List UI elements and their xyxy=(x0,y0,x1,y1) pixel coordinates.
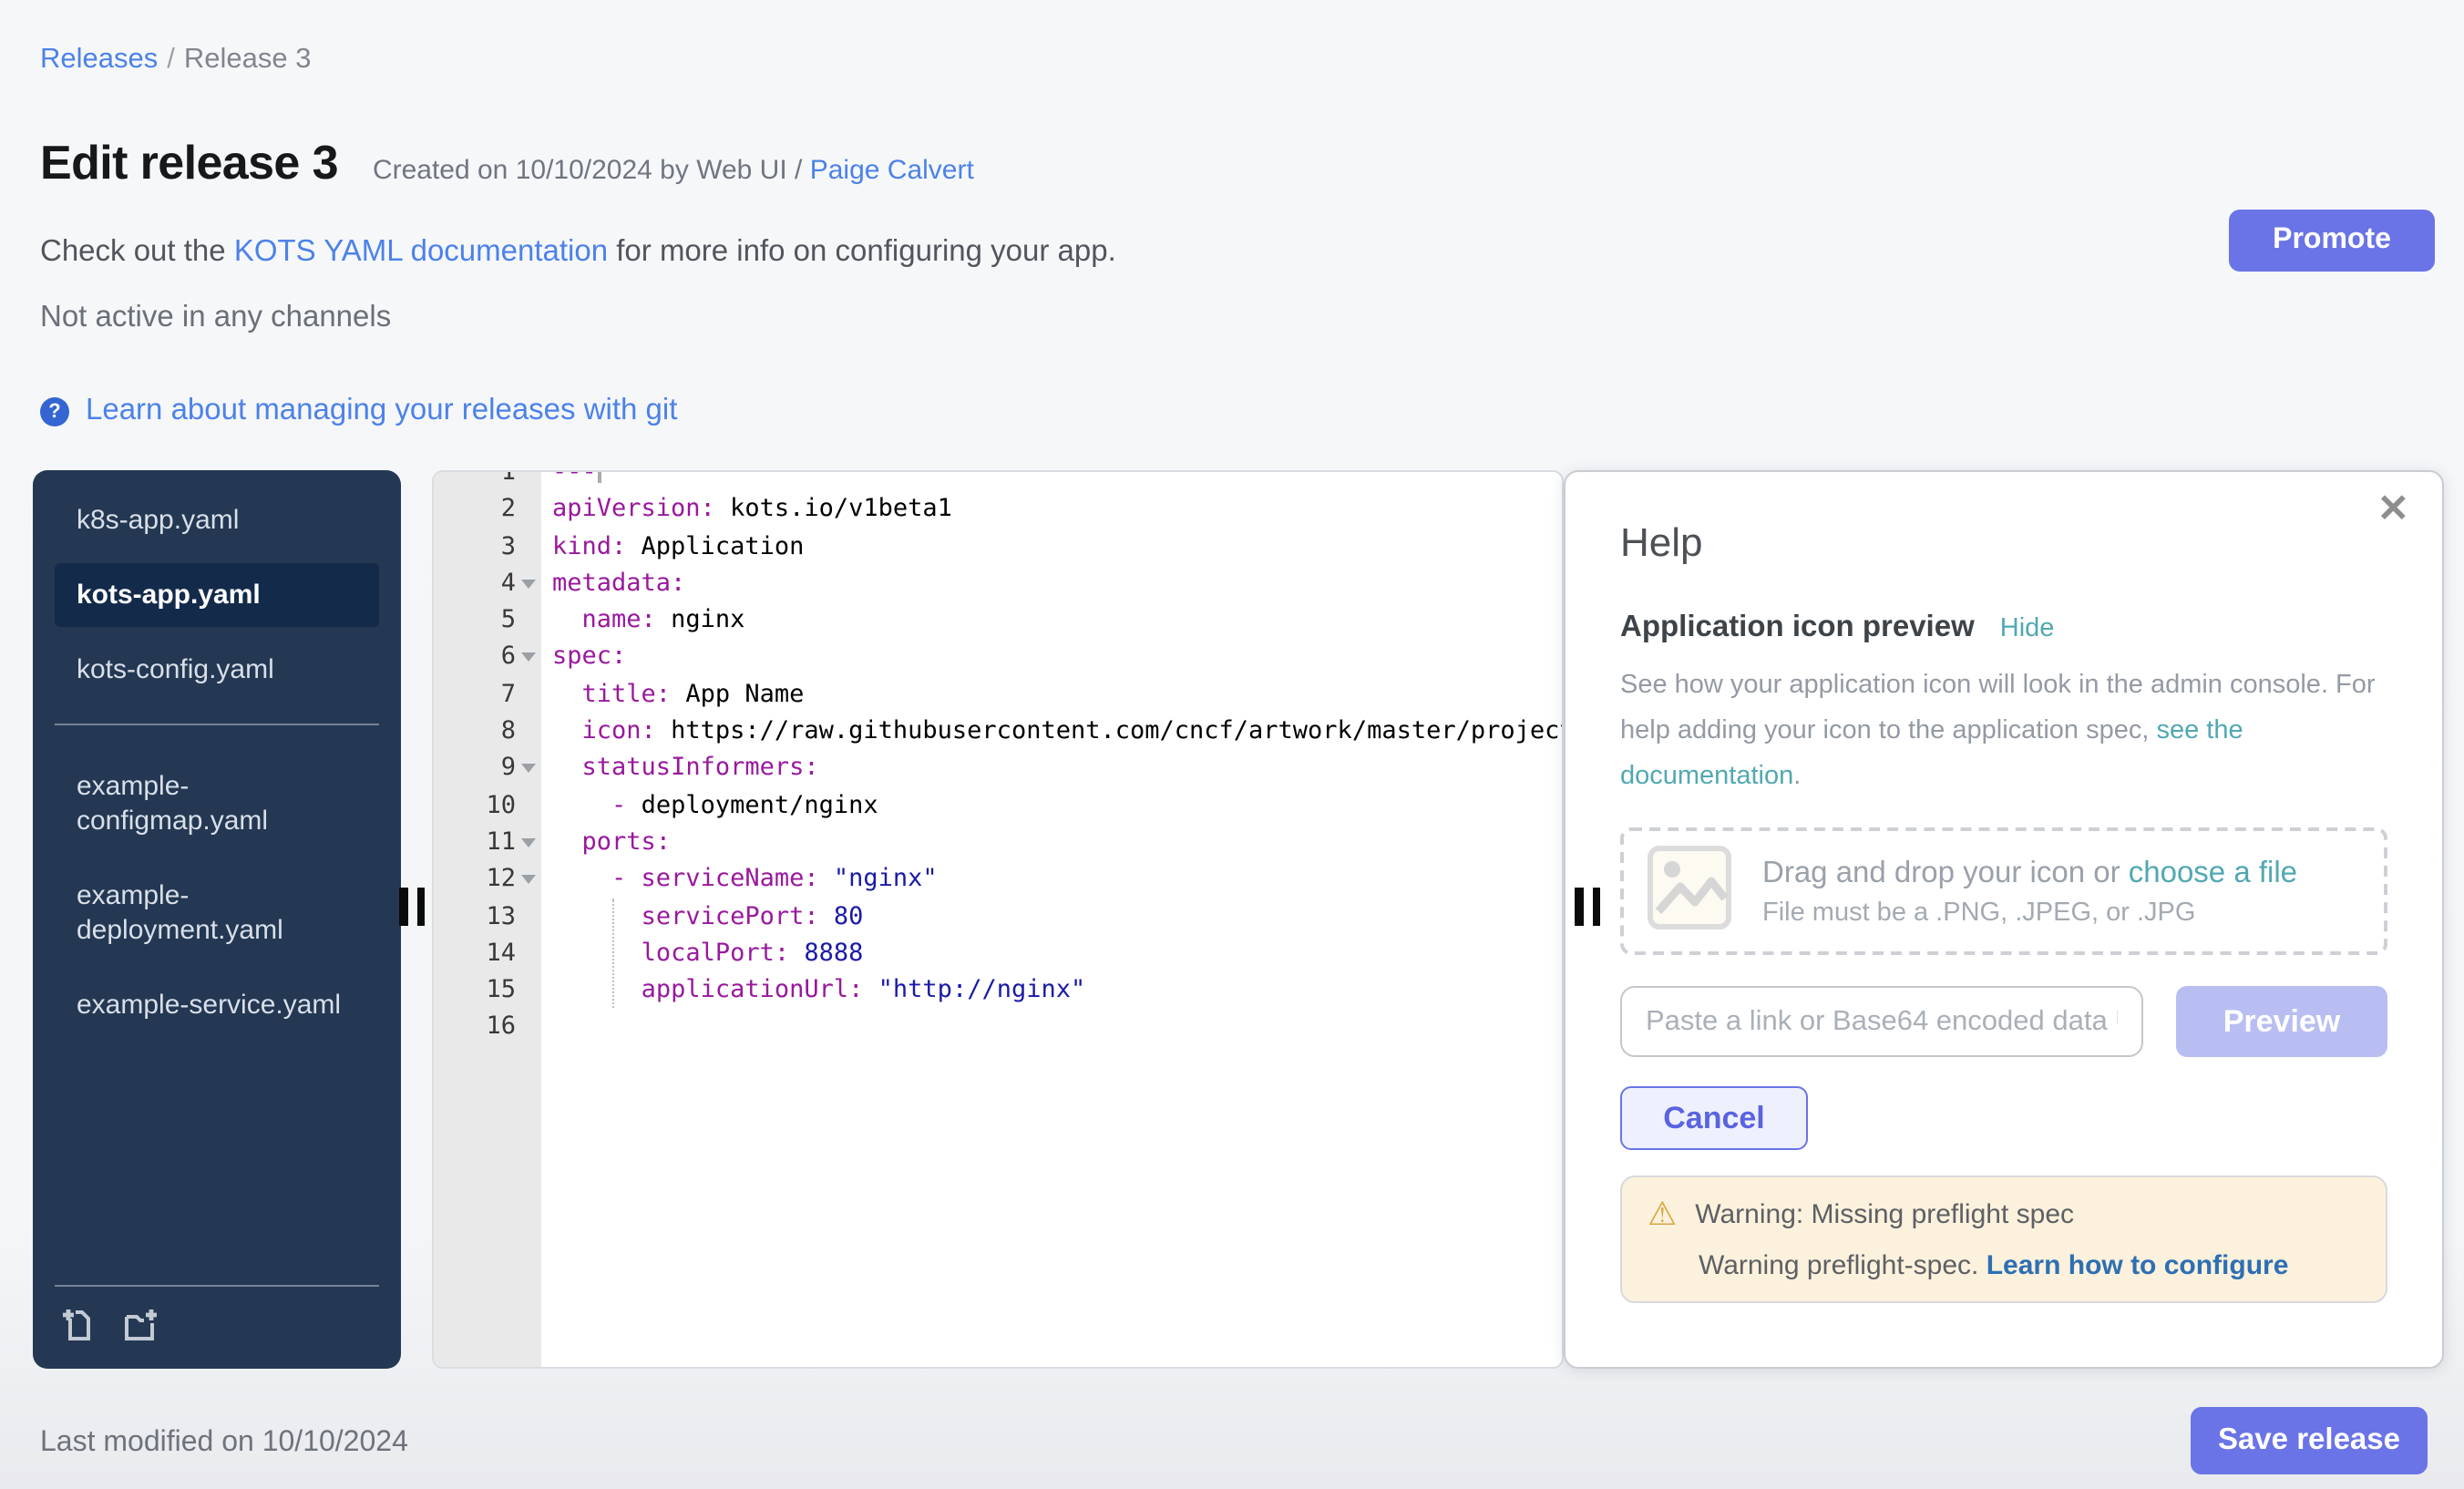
created-meta: Created on 10/10/2024 by Web UI / Paige … xyxy=(373,155,974,186)
code-line[interactable]: 13 servicePort: 80 xyxy=(434,898,1562,935)
code-line[interactable]: 10 - deployment/nginx xyxy=(434,786,1562,824)
line-number: 1 xyxy=(434,470,541,491)
line-number: 7 xyxy=(434,676,541,714)
save-release-button[interactable]: Save release xyxy=(2191,1407,2428,1474)
file-tree-item[interactable]: kots-app.yaml xyxy=(55,563,379,627)
code-line[interactable]: 9 statusInformers: xyxy=(434,750,1562,787)
icon-dropzone[interactable]: Drag and drop your icon or choose a file… xyxy=(1620,827,2387,955)
created-by-link[interactable]: Paige Calvert xyxy=(810,155,974,186)
fold-arrow-icon[interactable] xyxy=(521,653,536,662)
description-period: . xyxy=(1793,762,1801,791)
line-number: 3 xyxy=(434,528,541,565)
line-number: 9 xyxy=(434,750,541,787)
page: Releases / Release 3 Edit release 3 Create… xyxy=(0,0,2464,1489)
line-number: 12 xyxy=(434,861,541,899)
code-line[interactable]: 12 - serviceName: "nginx" xyxy=(434,861,1562,899)
text-cursor xyxy=(599,470,602,483)
page-header: Edit release 3 Created on 10/10/2024 by … xyxy=(40,135,974,191)
hide-link[interactable]: Hide xyxy=(2000,614,2055,643)
line-number: 4 xyxy=(434,565,541,602)
fold-arrow-icon[interactable] xyxy=(521,765,536,774)
code-line[interactable]: 11 ports: xyxy=(434,824,1562,861)
new-file-icon[interactable] xyxy=(58,1305,97,1343)
file-tree-item[interactable]: kots-config.yaml xyxy=(55,638,379,702)
line-number: 6 xyxy=(434,639,541,676)
fold-arrow-icon[interactable] xyxy=(521,580,536,589)
choose-file-link[interactable]: choose a file xyxy=(2129,856,2297,888)
dropzone-text: Drag and drop your icon or xyxy=(1762,856,2129,888)
warning-triangle-icon: ⚠ xyxy=(1648,1197,1677,1230)
file-tree-item[interactable]: example-deployment.yaml xyxy=(55,864,379,962)
code-line[interactable]: 6spec: xyxy=(434,639,1562,676)
close-icon[interactable]: ✕ xyxy=(2377,490,2409,529)
line-number: 13 xyxy=(434,898,541,935)
warning-box: ⚠ Warning: Missing preflight spec Warnin… xyxy=(1620,1176,2387,1303)
line-number: 16 xyxy=(434,1009,541,1046)
code-line[interactable]: 2apiVersion: kots.io/v1beta1 xyxy=(434,491,1562,529)
last-modified-text: Last modified on 10/10/2024 xyxy=(40,1427,408,1460)
new-folder-icon[interactable] xyxy=(120,1305,160,1343)
page-title: Edit release 3 xyxy=(40,135,338,191)
git-releases-link[interactable]: Learn about managing your releases with … xyxy=(86,394,677,428)
breadcrumb-releases-link[interactable]: Releases xyxy=(40,44,158,75)
file-tree: k8s-app.yaml kots-app.yaml kots-config.yam… xyxy=(33,488,401,1037)
help-panel-title: Help xyxy=(1620,519,2387,567)
line-number: 14 xyxy=(434,935,541,972)
promote-button[interactable]: Promote xyxy=(2229,210,2435,272)
fold-arrow-icon[interactable] xyxy=(521,876,536,885)
code-line[interactable]: 1--- xyxy=(434,470,1562,491)
question-mark-icon: ? xyxy=(40,396,69,426)
breadcrumb-separator: / xyxy=(167,44,175,75)
help-panel: ✕ Help Application icon preview Hide See… xyxy=(1564,470,2444,1369)
icon-preview-section-title: Application icon preview xyxy=(1620,611,1975,645)
code-line[interactable]: 4metadata: xyxy=(434,565,1562,602)
line-number: 5 xyxy=(434,601,541,639)
main-row: k8s-app.yaml kots-app.yaml kots-config.yam… xyxy=(0,470,2464,1369)
help-panel-resize-handle[interactable] xyxy=(1575,888,1600,926)
dropzone-filetypes: File must be a .PNG, .JPEG, or .JPG xyxy=(1762,898,2297,927)
fold-arrow-icon[interactable] xyxy=(521,838,536,847)
code-line[interactable]: 7 title: App Name xyxy=(434,676,1562,714)
code-line[interactable]: 14 localPort: 8888 xyxy=(434,935,1562,972)
git-help-row: ? Learn about managing your releases wit… xyxy=(40,394,677,428)
yaml-editor[interactable]: 1---2apiVersion: kots.io/v1beta13kind: A… xyxy=(432,470,1564,1369)
file-tree-divider xyxy=(55,724,379,725)
line-number: 10 xyxy=(434,786,541,824)
line-number: 11 xyxy=(434,824,541,861)
sidebar-footer xyxy=(55,1285,379,1347)
warning-body: Warning preflight-spec. xyxy=(1699,1250,1987,1281)
preview-button[interactable]: Preview xyxy=(2176,986,2387,1057)
sidebar-resize-handle[interactable] xyxy=(399,888,425,926)
file-tree-item[interactable]: example-service.yaml xyxy=(55,973,379,1037)
breadcrumb-current: Release 3 xyxy=(184,44,312,75)
icon-preview-description: See how your application icon will look … xyxy=(1620,663,2387,800)
breadcrumb: Releases / Release 3 xyxy=(40,44,311,77)
description-text: See how your application icon will look … xyxy=(1620,671,2376,745)
code-line[interactable]: 3kind: Application xyxy=(434,528,1562,565)
line-number: 15 xyxy=(434,971,541,1009)
file-tree-sidebar: k8s-app.yaml kots-app.yaml kots-config.yam… xyxy=(33,470,401,1369)
image-placeholder-icon xyxy=(1646,843,1733,940)
editor-lines[interactable]: 1---2apiVersion: kots.io/v1beta13kind: A… xyxy=(434,470,1562,1046)
code-line[interactable]: 16 xyxy=(434,1009,1562,1046)
code-line[interactable]: 8 icon: https://raw.githubusercontent.co… xyxy=(434,713,1562,750)
indent-guide xyxy=(612,899,614,1008)
file-tree-item[interactable]: example-configmap.yaml xyxy=(55,755,379,853)
icon-url-input[interactable] xyxy=(1620,986,2143,1057)
code-line[interactable]: 15 applicationUrl: "http://nginx" xyxy=(434,971,1562,1009)
warning-title: Warning: Missing preflight spec xyxy=(1695,1198,2074,1229)
channel-status: Not active in any channels xyxy=(40,301,391,335)
kots-yaml-docs-link[interactable]: KOTS YAML documentation xyxy=(234,235,608,268)
cancel-button[interactable]: Cancel xyxy=(1620,1086,1808,1150)
created-text: Created on 10/10/2024 by Web UI / xyxy=(373,155,802,186)
code-line[interactable]: 5 name: nginx xyxy=(434,601,1562,639)
line-number: 2 xyxy=(434,491,541,529)
sidebar-footer-divider xyxy=(55,1285,379,1287)
file-tree-item[interactable]: k8s-app.yaml xyxy=(55,488,379,552)
docs-hint-after: for more info on configuring your app. xyxy=(608,235,1116,268)
docs-hint-before: Check out the xyxy=(40,235,234,268)
docs-hint: Check out the KOTS YAML documentation fo… xyxy=(40,235,1116,270)
line-number: 8 xyxy=(434,713,541,750)
warning-configure-link[interactable]: Learn how to configure xyxy=(1987,1250,2289,1281)
